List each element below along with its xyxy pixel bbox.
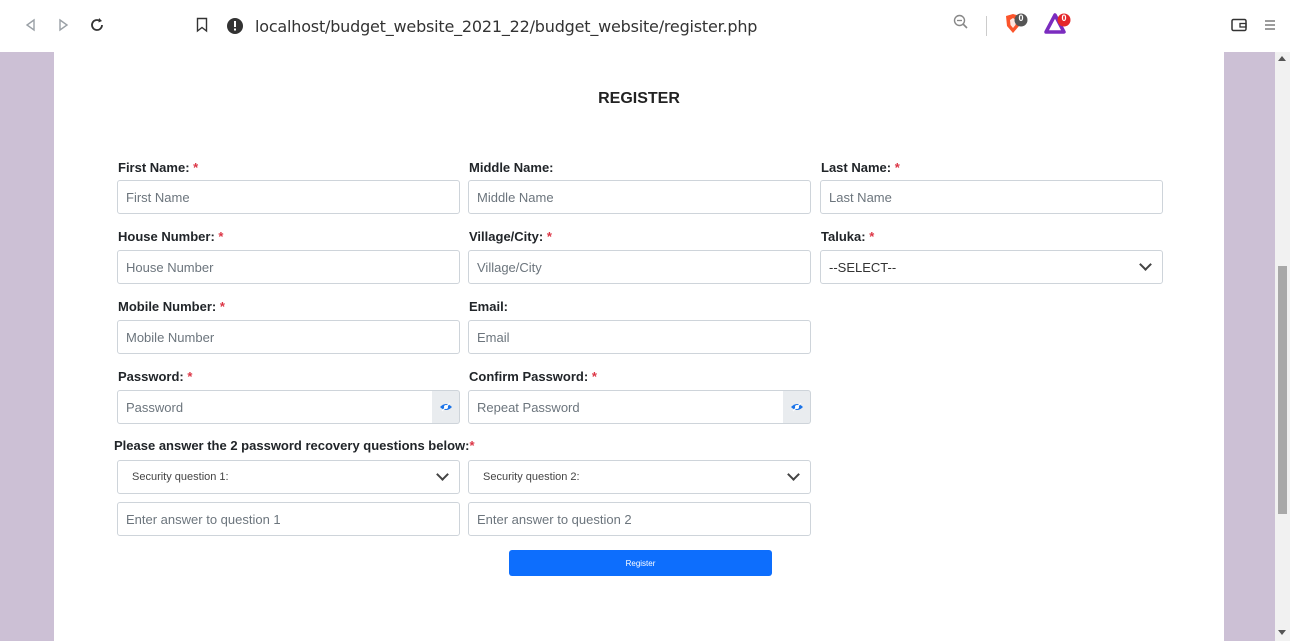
house-number-input[interactable] <box>126 259 451 275</box>
answer-2-input[interactable] <box>477 511 802 527</box>
toggle-password-button[interactable] <box>432 390 460 424</box>
village-city-field[interactable] <box>468 250 811 284</box>
site-info-icon[interactable] <box>225 16 245 36</box>
register-card: REGISTER First Name: * Middle Name: Last… <box>54 52 1224 641</box>
middle-name-field[interactable] <box>468 180 811 214</box>
house-number-label: House Number: * <box>118 229 224 244</box>
browser-toolbar: localhost/budget_website_2021_22/budget_… <box>0 0 1290 52</box>
answer-1-input[interactable] <box>126 511 451 527</box>
security-question-1-value: Security question 1: <box>132 471 229 483</box>
wallet-icon[interactable] <box>1226 12 1252 38</box>
page-scrollbar[interactable] <box>1275 52 1290 641</box>
first-name-label: First Name: * <box>118 160 199 175</box>
email-field[interactable] <box>468 320 811 354</box>
village-city-input[interactable] <box>477 259 802 275</box>
scrollbar-thumb[interactable] <box>1278 266 1287 514</box>
chevron-down-icon <box>1139 258 1152 271</box>
mobile-number-field[interactable] <box>117 320 460 354</box>
brave-rewards-icon[interactable]: 0 <box>1044 12 1074 38</box>
required-mark: * <box>219 299 225 314</box>
scroll-down-icon[interactable] <box>1278 630 1286 635</box>
chevron-down-icon <box>787 468 800 481</box>
required-mark: * <box>469 438 475 453</box>
eye-icon <box>439 402 452 412</box>
confirm-password-field[interactable] <box>468 390 784 424</box>
eye-icon <box>790 402 803 412</box>
taluka-label: Taluka: * <box>821 229 875 244</box>
chevron-down-icon <box>436 468 449 481</box>
required-mark: * <box>869 229 875 244</box>
bookmark-icon[interactable] <box>189 12 215 38</box>
mobile-number-input[interactable] <box>126 329 451 345</box>
security-question-2-value: Security question 2: <box>483 471 580 483</box>
last-name-label: Last Name: * <box>821 160 900 175</box>
required-mark: * <box>193 160 199 175</box>
confirm-password-input[interactable] <box>477 399 775 415</box>
required-mark: * <box>218 229 224 244</box>
page-title: REGISTER <box>598 90 680 107</box>
brave-shield-icon[interactable]: 0 <box>1002 12 1032 38</box>
page-viewport: REGISTER First Name: * Middle Name: Last… <box>0 52 1275 641</box>
scroll-up-icon[interactable] <box>1278 56 1286 61</box>
first-name-field[interactable] <box>117 180 460 214</box>
email-label: Email: <box>469 299 509 314</box>
required-mark: * <box>894 160 900 175</box>
last-name-input[interactable] <box>829 189 1154 205</box>
required-mark: * <box>591 369 597 384</box>
recovery-questions-label: Please answer the 2 password recovery qu… <box>114 438 475 453</box>
forward-icon[interactable] <box>50 12 76 38</box>
taluka-select[interactable]: --SELECT-- <box>820 250 1163 284</box>
toggle-confirm-password-button[interactable] <box>783 390 811 424</box>
middle-name-label: Middle Name: <box>469 160 554 175</box>
security-question-1-select[interactable]: Security question 1: <box>117 460 460 494</box>
reload-icon[interactable] <box>84 12 110 38</box>
taluka-selected-value: --SELECT-- <box>829 259 897 275</box>
middle-name-input[interactable] <box>477 189 802 205</box>
back-icon[interactable] <box>18 12 44 38</box>
house-number-field[interactable] <box>117 250 460 284</box>
zoom-out-icon[interactable] <box>952 13 978 39</box>
password-label: Password: * <box>118 369 193 384</box>
register-button[interactable]: Register <box>509 550 772 576</box>
email-input[interactable] <box>477 329 802 345</box>
answer-2-field[interactable] <box>468 502 811 536</box>
confirm-password-label: Confirm Password: * <box>469 369 597 384</box>
mobile-number-label: Mobile Number: * <box>118 299 225 314</box>
toolbar-separator <box>986 16 987 36</box>
url-text: localhost/budget_website_2021_22/budget_… <box>255 16 758 36</box>
password-input[interactable] <box>126 399 424 415</box>
rewards-badge: 0 <box>1061 13 1067 23</box>
village-city-label: Village/City: * <box>469 229 552 244</box>
answer-1-field[interactable] <box>117 502 460 536</box>
required-mark: * <box>546 229 552 244</box>
password-field[interactable] <box>117 390 433 424</box>
required-mark: * <box>187 369 193 384</box>
menu-icon[interactable] <box>1257 12 1283 38</box>
last-name-field[interactable] <box>820 180 1163 214</box>
security-question-2-select[interactable]: Security question 2: <box>468 460 811 494</box>
first-name-input[interactable] <box>126 189 451 205</box>
shield-badge: 0 <box>1018 13 1024 23</box>
